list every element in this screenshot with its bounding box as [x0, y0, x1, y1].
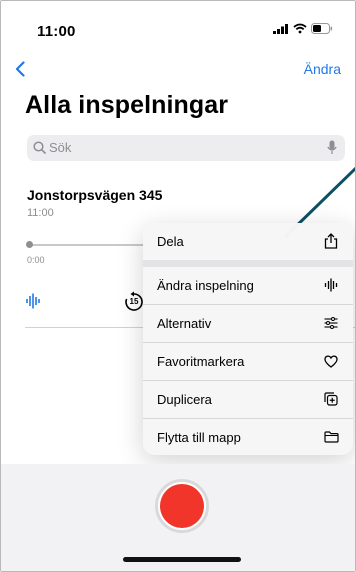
share-icon [323, 233, 339, 249]
status-time: 11:00 [37, 23, 76, 40]
waveform-icon[interactable] [25, 293, 45, 309]
menu-item-options[interactable]: Alternativ [143, 305, 353, 342]
search-placeholder: Sök [49, 140, 72, 155]
page-title: Alla inspelningar [25, 91, 229, 119]
scrubber-start-time: 0:00 [27, 255, 45, 265]
heart-icon [323, 353, 339, 369]
record-button[interactable] [155, 479, 209, 533]
home-indicator[interactable] [123, 557, 241, 562]
scrubber-handle[interactable] [26, 241, 33, 248]
context-menu: Dela Ändra inspelning Alternativ Favorit… [143, 223, 353, 455]
nav-bar: Ändra [1, 55, 355, 83]
search-icon [33, 141, 46, 154]
sliders-icon [323, 315, 339, 331]
mic-icon[interactable] [327, 140, 337, 155]
menu-item-label: Alternativ [157, 316, 212, 331]
duplicate-icon [323, 391, 339, 407]
menu-item-edit-recording[interactable]: Ändra inspelning [143, 267, 353, 304]
recording-time: 11:00 [27, 207, 54, 219]
menu-item-favorite[interactable]: Favoritmarkera [143, 343, 353, 380]
menu-section-gap [143, 260, 353, 267]
edit-button[interactable]: Ändra [304, 61, 341, 77]
menu-item-label: Ändra inspelning [157, 278, 254, 293]
status-icons [273, 23, 333, 34]
skip-back-button[interactable]: 15 [123, 291, 145, 313]
waveform-icon [323, 277, 339, 293]
record-dot [160, 484, 204, 528]
menu-item-label: Flytta till mapp [157, 430, 241, 445]
menu-item-share[interactable]: Dela [143, 223, 353, 260]
skip-back-seconds: 15 [129, 297, 139, 306]
menu-item-label: Dela [157, 234, 184, 249]
menu-item-label: Duplicera [157, 392, 212, 407]
menu-item-duplicate[interactable]: Duplicera [143, 381, 353, 418]
chevron-left-icon [15, 61, 25, 77]
menu-item-move-to-folder[interactable]: Flytta till mapp [143, 419, 353, 455]
menu-item-label: Favoritmarkera [157, 354, 245, 369]
status-bar: 11:00 [1, 1, 355, 53]
app-screen: 11:00 Ändra Alla inspelningar Sök Jonsto… [0, 0, 356, 572]
battery-icon [311, 23, 333, 34]
recording-title: Jonstorpsvägen 345 [27, 187, 163, 203]
wifi-icon [293, 23, 307, 34]
back-button[interactable] [15, 57, 35, 81]
signal-icon [273, 23, 288, 34]
search-input[interactable]: Sök [27, 135, 345, 161]
folder-icon [323, 429, 339, 445]
